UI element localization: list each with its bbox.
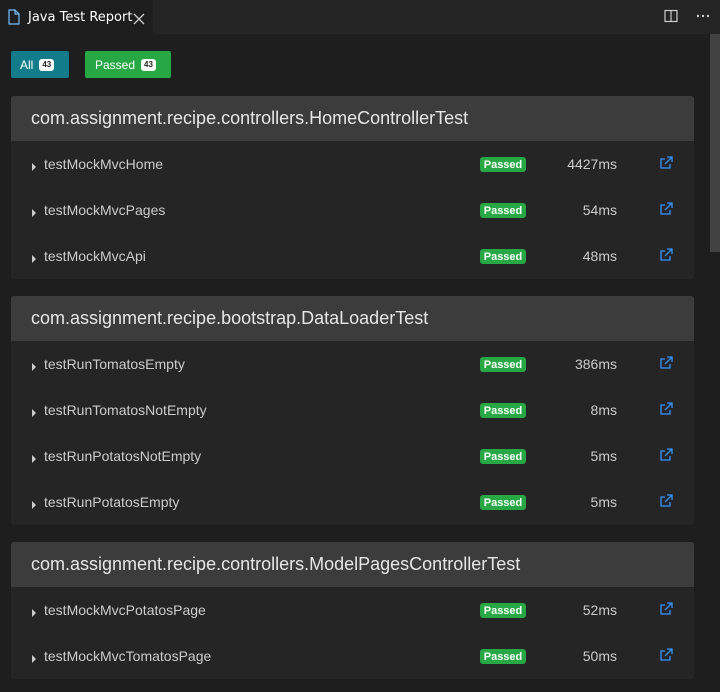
filter-passed-count: 43 bbox=[141, 58, 156, 71]
test-name: testRunTomatosNotEmpty bbox=[44, 402, 207, 418]
expand-caret-icon[interactable] bbox=[31, 497, 37, 509]
test-row[interactable]: testMockMvcHome Passed 4427ms bbox=[11, 141, 694, 187]
open-external-icon[interactable] bbox=[659, 156, 673, 170]
test-name: testMockMvcPages bbox=[44, 202, 166, 218]
open-external-icon[interactable] bbox=[659, 356, 673, 370]
test-name: testRunPotatosNotEmpty bbox=[44, 448, 202, 464]
filter-bar: All 43 Passed 43 bbox=[11, 51, 171, 78]
test-row[interactable]: testRunPotatosNotEmpty Passed 5ms bbox=[11, 433, 694, 479]
test-row[interactable]: testMockMvcPotatosPage Passed 52ms bbox=[11, 587, 694, 633]
expand-caret-icon[interactable] bbox=[31, 651, 37, 663]
close-icon[interactable] bbox=[133, 10, 145, 25]
open-external-icon[interactable] bbox=[659, 402, 673, 416]
open-external-icon[interactable] bbox=[659, 248, 673, 262]
status-badge: Passed bbox=[480, 249, 526, 264]
status-badge: Passed bbox=[480, 449, 526, 464]
test-row[interactable]: testRunTomatosEmpty Passed 386ms bbox=[11, 341, 694, 387]
test-name: testRunPotatosEmpty bbox=[44, 494, 180, 510]
expand-caret-icon[interactable] bbox=[31, 451, 37, 463]
suite-header: com.assignment.recipe.controllers.ModelP… bbox=[11, 542, 694, 587]
test-duration: 5ms bbox=[590, 494, 617, 510]
test-duration: 48ms bbox=[582, 248, 617, 264]
test-duration: 4427ms bbox=[567, 156, 617, 172]
test-suite: com.assignment.recipe.controllers.HomeCo… bbox=[11, 96, 694, 279]
expand-caret-icon[interactable] bbox=[31, 605, 37, 617]
test-duration: 54ms bbox=[582, 202, 617, 218]
filter-all-label: All bbox=[20, 57, 34, 72]
expand-caret-icon[interactable] bbox=[31, 405, 37, 417]
status-badge: Passed bbox=[480, 403, 526, 418]
test-name: testRunTomatosEmpty bbox=[44, 356, 185, 372]
expand-caret-icon[interactable] bbox=[31, 251, 37, 263]
split-editor-icon[interactable] bbox=[662, 7, 680, 25]
filter-passed-button[interactable]: Passed 43 bbox=[85, 51, 171, 78]
test-row[interactable]: testMockMvcTomatosPage Passed 50ms bbox=[11, 633, 694, 679]
suite-header: com.assignment.recipe.bootstrap.DataLoad… bbox=[11, 296, 694, 341]
status-badge: Passed bbox=[480, 203, 526, 218]
test-name: testMockMvcTomatosPage bbox=[44, 648, 212, 664]
test-name: testMockMvcApi bbox=[44, 248, 146, 264]
test-row[interactable]: testMockMvcApi Passed 48ms bbox=[11, 233, 694, 279]
file-icon bbox=[7, 9, 21, 25]
open-external-icon[interactable] bbox=[659, 602, 673, 616]
filter-all-button[interactable]: All 43 bbox=[11, 51, 69, 78]
more-actions-icon[interactable] bbox=[694, 7, 712, 25]
test-row[interactable]: testRunTomatosNotEmpty Passed 8ms bbox=[11, 387, 694, 433]
tab-java-test-report[interactable]: Java Test Report bbox=[0, 0, 153, 34]
filter-passed-label: Passed bbox=[95, 57, 136, 72]
filter-all-count: 43 bbox=[39, 58, 55, 71]
test-row[interactable]: testRunPotatosEmpty Passed 5ms bbox=[11, 479, 694, 525]
open-external-icon[interactable] bbox=[659, 494, 673, 508]
suite-header: com.assignment.recipe.controllers.HomeCo… bbox=[11, 96, 694, 141]
test-duration: 5ms bbox=[590, 448, 617, 464]
test-row[interactable]: testMockMvcPages Passed 54ms bbox=[11, 187, 694, 233]
test-duration: 50ms bbox=[582, 648, 617, 664]
vertical-scrollbar[interactable] bbox=[710, 34, 720, 252]
expand-caret-icon[interactable] bbox=[31, 359, 37, 371]
test-name: testMockMvcPotatosPage bbox=[44, 602, 206, 618]
status-badge: Passed bbox=[480, 603, 526, 618]
status-badge: Passed bbox=[480, 357, 526, 372]
tab-title: Java Test Report bbox=[28, 9, 133, 25]
test-duration: 52ms bbox=[582, 602, 617, 618]
status-badge: Passed bbox=[480, 649, 526, 664]
expand-caret-icon[interactable] bbox=[31, 159, 37, 171]
open-external-icon[interactable] bbox=[659, 202, 673, 216]
status-badge: Passed bbox=[480, 495, 526, 510]
test-report-content: All 43 Passed 43 com.assignment.recipe.c… bbox=[0, 34, 710, 692]
open-external-icon[interactable] bbox=[659, 448, 673, 462]
editor-tab-bar: Java Test Report bbox=[0, 0, 720, 34]
test-name: testMockMvcHome bbox=[44, 156, 164, 172]
test-duration: 8ms bbox=[590, 402, 617, 418]
open-external-icon[interactable] bbox=[659, 648, 673, 662]
expand-caret-icon[interactable] bbox=[31, 205, 37, 217]
status-badge: Passed bbox=[480, 157, 526, 172]
test-suite: com.assignment.recipe.bootstrap.DataLoad… bbox=[11, 296, 694, 525]
test-duration: 386ms bbox=[574, 356, 617, 372]
test-suite: com.assignment.recipe.controllers.ModelP… bbox=[11, 542, 694, 679]
